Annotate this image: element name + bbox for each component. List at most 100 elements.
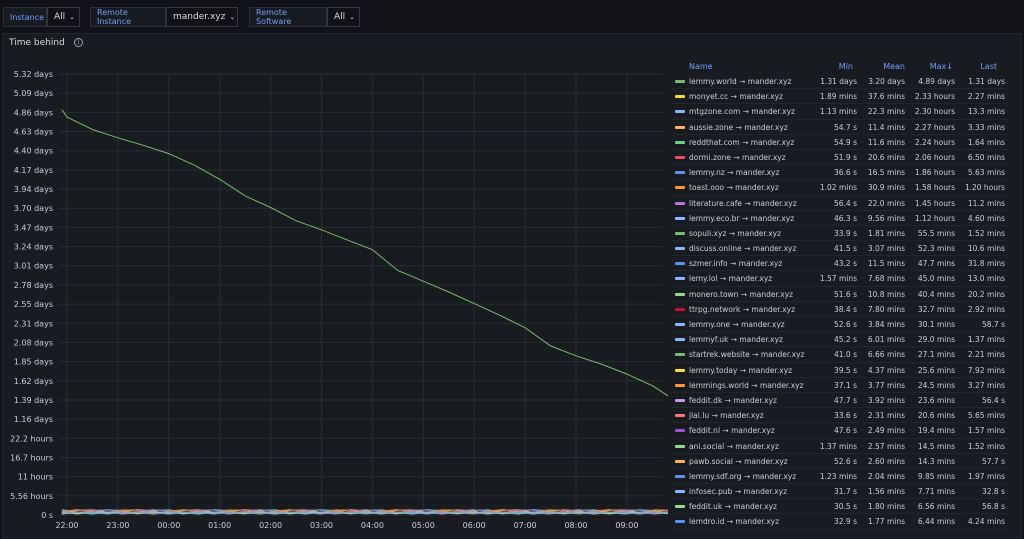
legend-last-value: 3.33 mins [967, 122, 1005, 132]
legend-max-value: 19.4 mins [917, 426, 955, 436]
legend-row[interactable]: monyet.cc → mander.xyz 1.89 mins 37.6 mins… [669, 89, 1009, 105]
legend-col-last[interactable]: Last [980, 62, 997, 71]
legend-row[interactable]: feddit.dk → mander.xyz 47.7 s 3.92 mins 23.… [669, 393, 1009, 409]
legend-row[interactable]: mtgzone.com → mander.xyz 1.13 mins 22.3 mi… [669, 104, 1009, 120]
series-color-swatch [675, 277, 685, 281]
legend-row[interactable]: lemmy.eco.br → mander.xyz 46.3 s 9.56 mins… [669, 211, 1009, 226]
legend-rows: lemmy.world → mander.xyz 1.31 days 3.20 da… [669, 74, 1009, 530]
legend-row[interactable]: lemmy.sdf.org → mander.xyz 1.23 mins 2.04 … [669, 469, 1009, 485]
legend-mean-value: 30.9 mins [867, 183, 905, 193]
legend-last-value: 5.65 mins [967, 411, 1005, 421]
legend-row[interactable]: ttrpg.network → mander.xyz 38.4 s 7.80 min… [669, 302, 1009, 317]
legend-min-value: 37.1 s [834, 380, 857, 390]
legend-max-value: 55.5 mins [917, 228, 955, 238]
legend-row[interactable]: infosec.pub → mander.xyz 31.7 s 1.56 mins 7… [669, 484, 1009, 500]
y-tick-label: 2.08 days [14, 338, 53, 347]
info-icon[interactable]: i [74, 38, 83, 47]
legend-row[interactable]: feddit.uk → mander.xyz 30.5 s 1.80 mins 6.5… [669, 499, 1009, 515]
legend-min-value: 1.57 mins [819, 274, 857, 284]
series-color-swatch [675, 140, 685, 144]
legend-row[interactable]: aussie.zone → mander.xyz 54.7 s 11.4 mins 2… [669, 120, 1009, 135]
legend-max-value: 7.71 mins [917, 487, 955, 497]
legend-row[interactable]: lemmy.nz → mander.xyz 36.6 s 16.5 mins 1.86… [669, 165, 1009, 181]
legend-max-value: 1.58 hours [914, 183, 955, 193]
remote-software-label: Remote Software [249, 7, 327, 27]
legend-series-name: monero.town → mander.xyz [689, 289, 794, 299]
legend-last-value: 1.20 hours [964, 183, 1005, 193]
legend-row[interactable]: lemy.lol → mander.xyz 1.57 mins 7.68 mins 4… [669, 271, 1009, 287]
series-line-lemmy-world [61, 109, 668, 397]
instance-value: All [54, 12, 66, 22]
legend-last-value: 10.6 mins [967, 244, 1005, 254]
legend-min-value: 1.31 days [820, 77, 857, 86]
legend-series-name: szmer.info → mander.xyz [689, 259, 783, 269]
legend-max-value: 1.86 hours [914, 168, 955, 178]
legend-row[interactable]: reddthat.com → mander.xyz 54.9 s 11.6 mins… [669, 135, 1009, 150]
series-color-swatch [675, 155, 685, 159]
legend-row[interactable]: monero.town → mander.xyz 51.6 s 10.8 mins 4… [669, 287, 1009, 302]
legend-row[interactable]: sopuli.xyz → mander.xyz 33.9 s 1.81 mins 55… [669, 226, 1009, 242]
legend-row[interactable]: feddit.nl → mander.xyz 47.6 s 2.49 mins 19.… [669, 423, 1009, 439]
legend-col-name[interactable]: Name [689, 62, 713, 71]
legend-min-value: 43.2 s [834, 259, 857, 269]
legend-row[interactable]: startrek.website → mander.xyz 41.0 s 6.66 … [669, 347, 1009, 363]
series-color-swatch [675, 307, 685, 311]
legend-min-value: 1.23 mins [819, 471, 857, 481]
legend-row[interactable]: szmer.info → mander.xyz 43.2 s 11.5 mins 47… [669, 256, 1009, 272]
legend-series-name: lemdro.id → mander.xyz [689, 517, 780, 527]
legend-last-value: 2.92 mins [967, 304, 1005, 314]
legend-col-mean[interactable]: Mean [883, 62, 905, 71]
legend-row[interactable]: lemdro.id → mander.xyz 32.9 s 1.77 mins 6.4… [669, 514, 1009, 530]
legend-row[interactable]: lemmy.world → mander.xyz 1.31 days 3.20 da… [669, 74, 1009, 90]
legend-row[interactable]: lemmings.world → mander.xyz 37.1 s 3.77 mi… [669, 378, 1009, 393]
legend-min-value: 33.9 s [834, 228, 857, 238]
legend-row[interactable]: lemmy.today → mander.xyz 39.5 s 4.37 mins 2… [669, 363, 1009, 378]
series-color-swatch [675, 292, 685, 296]
legend-min-value: 33.6 s [834, 411, 857, 421]
legend-series-name: lemmy.sdf.org → mander.xyz [689, 471, 797, 481]
legend-last-value: 58.7 s [982, 320, 1005, 329]
legend-row[interactable]: toast.ooo → mander.xyz 1.02 mins 30.9 mins… [669, 180, 1009, 196]
remote-software-value: All [334, 12, 346, 22]
legend-col-max[interactable]: Max↓ [930, 62, 953, 71]
legend-last-value: 1.97 mins [967, 471, 1005, 481]
legend-row[interactable]: ani.social → mander.xyz 1.37 mins 2.57 min… [669, 439, 1009, 454]
legend-mean-value: 1.56 mins [867, 487, 905, 497]
legend-row[interactable]: literature.cafe → mander.xyz 56.4 s 22.0 m… [669, 196, 1009, 211]
legend-min-value: 41.0 s [834, 350, 857, 360]
legend-row[interactable]: lemmy.one → mander.xyz 52.6 s 3.84 mins 30.… [669, 317, 1009, 333]
legend-max-value: 25.6 mins [917, 365, 955, 375]
panel-title[interactable]: Time behind [9, 38, 65, 48]
legend-col-min[interactable]: Min [839, 62, 853, 71]
legend-mean-value: 1.80 mins [867, 502, 905, 512]
series-color-swatch [675, 353, 685, 357]
legend-row[interactable]: pawb.social → mander.xyz 52.6 s 2.60 mins 1… [669, 454, 1009, 469]
y-tick-label: 4.40 days [14, 147, 53, 156]
instance-label: Instance [3, 7, 47, 27]
legend-row[interactable]: discuss.online → mander.xyz 41.5 s 3.07 mi… [669, 241, 1009, 257]
legend-row[interactable]: lemmyf.uk → mander.xyz 45.2 s 6.01 mins 29.… [669, 332, 1009, 348]
y-tick-label: 3.94 days [14, 185, 53, 194]
legend-header: Name Min Mean Max↓ Last [669, 60, 1009, 74]
legend-last-value: 4.24 mins [967, 517, 1005, 527]
legend-row[interactable]: jlai.lu → mander.xyz 33.6 s 2.31 mins 20.6 … [669, 408, 1009, 424]
instance-select[interactable]: All ⌄ [47, 7, 80, 27]
legend-min-value: 56.4 s [834, 198, 857, 208]
legend-col-max-label: Max [929, 62, 947, 71]
y-tick-label: 3.47 days [14, 223, 53, 232]
series-color-swatch [675, 231, 685, 235]
legend-row[interactable]: dormi.zone → mander.xyz 51.9 s 20.6 mins 2.… [669, 150, 1009, 166]
legend-series-name: lemmings.world → mander.xyz [689, 380, 804, 390]
series-color-swatch [675, 505, 685, 509]
legend-min-value: 41.5 s [834, 244, 857, 254]
legend-series-name: feddit.nl → mander.xyz [689, 426, 775, 436]
legend-last-value: 1.52 mins [967, 441, 1005, 451]
remote-instance-select[interactable]: mander.xyz ⌄ [166, 7, 238, 27]
legend-mean-value: 11.6 mins [867, 137, 905, 147]
x-tick-label: 05:00 [412, 521, 435, 530]
legend-series-name: lemmy.world → mander.xyz [689, 77, 792, 86]
remote-software-select[interactable]: All ⌄ [327, 7, 360, 27]
legend-series-name: ttrpg.network → mander.xyz [689, 304, 796, 314]
legend-mean-value: 3.77 mins [867, 380, 905, 390]
legend-mean-value: 7.68 mins [867, 274, 905, 284]
